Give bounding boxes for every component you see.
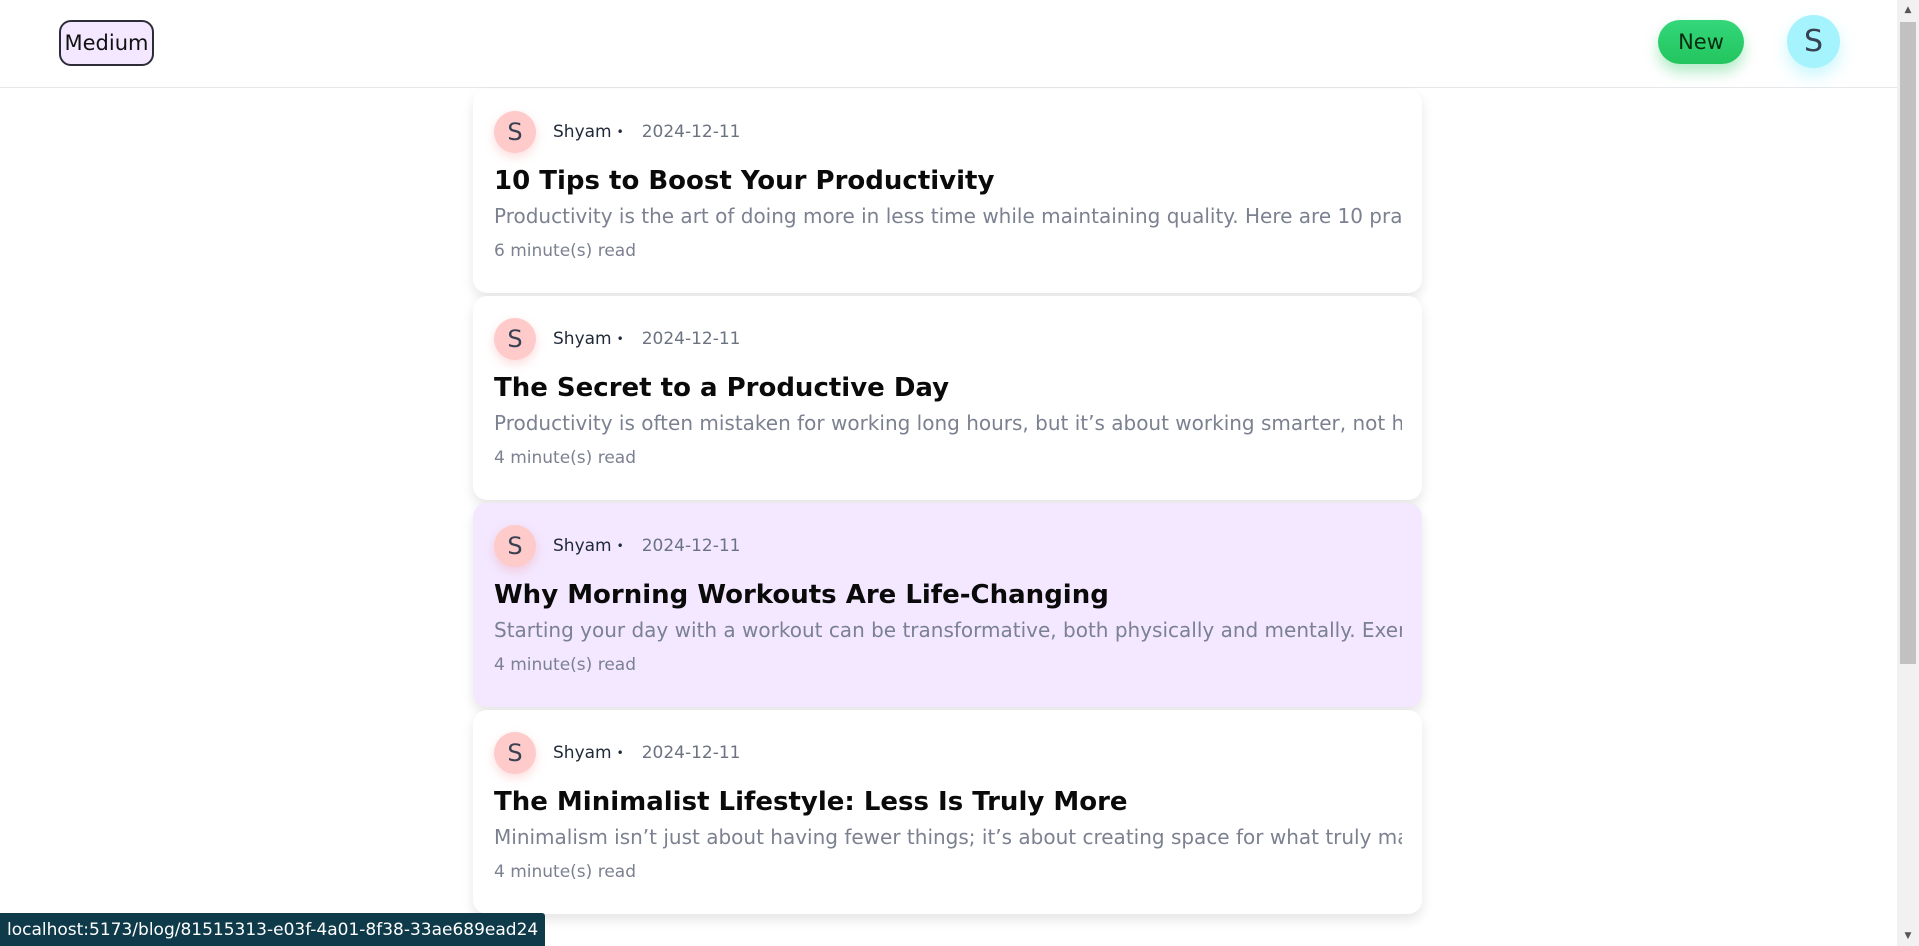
read-time: 4 minute(s) read (494, 448, 636, 468)
blog-card[interactable]: S Shyam • 2024-12-11 The Secret to a Pro… (473, 296, 1422, 500)
post-date: 2024-12-11 (641, 122, 741, 142)
post-meta: S Shyam • 2024-12-11 (494, 111, 1402, 153)
logo-button[interactable]: Medium (59, 20, 154, 66)
post-excerpt: Productivity is the art of doing more in… (494, 204, 1402, 228)
user-avatar[interactable]: S (1787, 15, 1840, 68)
page: Medium New S S Shyam • 2024-12-11 10 Tip… (0, 0, 1919, 946)
post-meta: S Shyam • 2024-12-11 (494, 732, 1402, 774)
read-time: 4 minute(s) read (494, 862, 636, 882)
post-meta: S Shyam • 2024-12-11 (494, 525, 1402, 567)
post-excerpt: Productivity is often mistaken for worki… (494, 411, 1402, 435)
author-avatar: S (494, 525, 536, 567)
author-name: Shyam (553, 122, 612, 142)
post-title: Why Morning Workouts Are Life-Changing (494, 580, 1109, 610)
blog-card[interactable]: S Shyam • 2024-12-11 10 Tips to Boost Yo… (473, 89, 1422, 293)
author-name: Shyam (553, 329, 612, 349)
read-time: 4 minute(s) read (494, 655, 636, 675)
scroll-down-arrow-icon[interactable]: ▼ (1897, 926, 1919, 946)
post-date: 2024-12-11 (641, 329, 741, 349)
post-meta: S Shyam • 2024-12-11 (494, 318, 1402, 360)
link-status-url: localhost:5173/blog/81515313-e03f-4a01-8… (0, 913, 546, 946)
new-post-button[interactable]: New (1658, 20, 1744, 64)
separator-dot: • (616, 746, 624, 760)
scrollbar-thumb[interactable] (1900, 22, 1916, 664)
author-avatar: S (494, 318, 536, 360)
scroll-up-arrow-icon[interactable]: ▲ (1897, 0, 1919, 20)
app-header: Medium New S (0, 0, 1897, 88)
blog-card[interactable]: S Shyam • 2024-12-11 The Minimalist Life… (473, 710, 1422, 914)
read-time: 6 minute(s) read (494, 241, 636, 261)
post-title: 10 Tips to Boost Your Productivity (494, 166, 995, 196)
author-avatar: S (494, 111, 536, 153)
author-name: Shyam (553, 743, 612, 763)
blog-card-hovered[interactable]: S Shyam • 2024-12-11 Why Morning Workout… (473, 503, 1422, 707)
post-excerpt: Minimalism isn’t just about having fewer… (494, 825, 1402, 849)
author-name: Shyam (553, 536, 612, 556)
separator-dot: • (616, 332, 624, 346)
post-date: 2024-12-11 (641, 743, 741, 763)
vertical-scrollbar[interactable]: ▲ ▼ (1897, 0, 1919, 946)
post-title: The Minimalist Lifestyle: Less Is Truly … (494, 787, 1128, 817)
post-excerpt: Starting your day with a workout can be … (494, 618, 1402, 642)
author-avatar: S (494, 732, 536, 774)
blog-feed: S Shyam • 2024-12-11 10 Tips to Boost Yo… (473, 89, 1422, 917)
separator-dot: • (616, 125, 624, 139)
post-date: 2024-12-11 (641, 536, 741, 556)
post-title: The Secret to a Productive Day (494, 373, 950, 403)
separator-dot: • (616, 539, 624, 553)
